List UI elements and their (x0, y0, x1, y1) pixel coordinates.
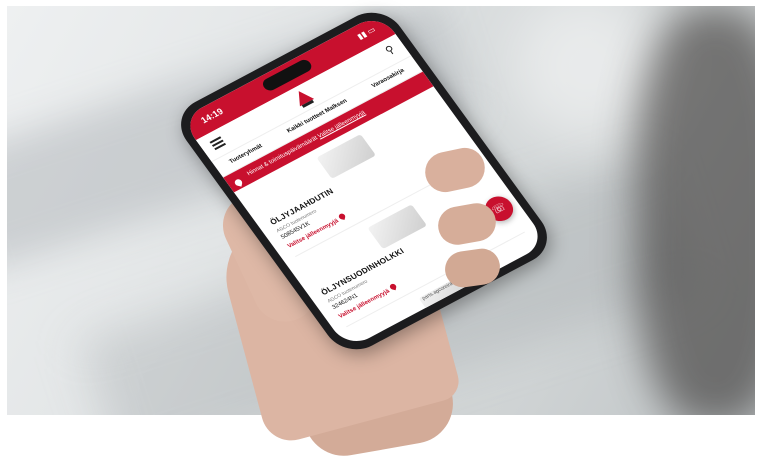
signal-battery-icon: ▮▮ ▭ (355, 25, 378, 42)
person-silhouette (635, 6, 755, 415)
status-time: 14:19 (198, 106, 226, 126)
search-icon[interactable]: ⚲ (383, 43, 397, 58)
agco-logo (298, 91, 315, 108)
location-pin-icon (389, 283, 398, 291)
hamburger-icon[interactable] (209, 136, 227, 151)
location-pin-icon (338, 212, 347, 220)
location-pin-icon (234, 178, 243, 187)
